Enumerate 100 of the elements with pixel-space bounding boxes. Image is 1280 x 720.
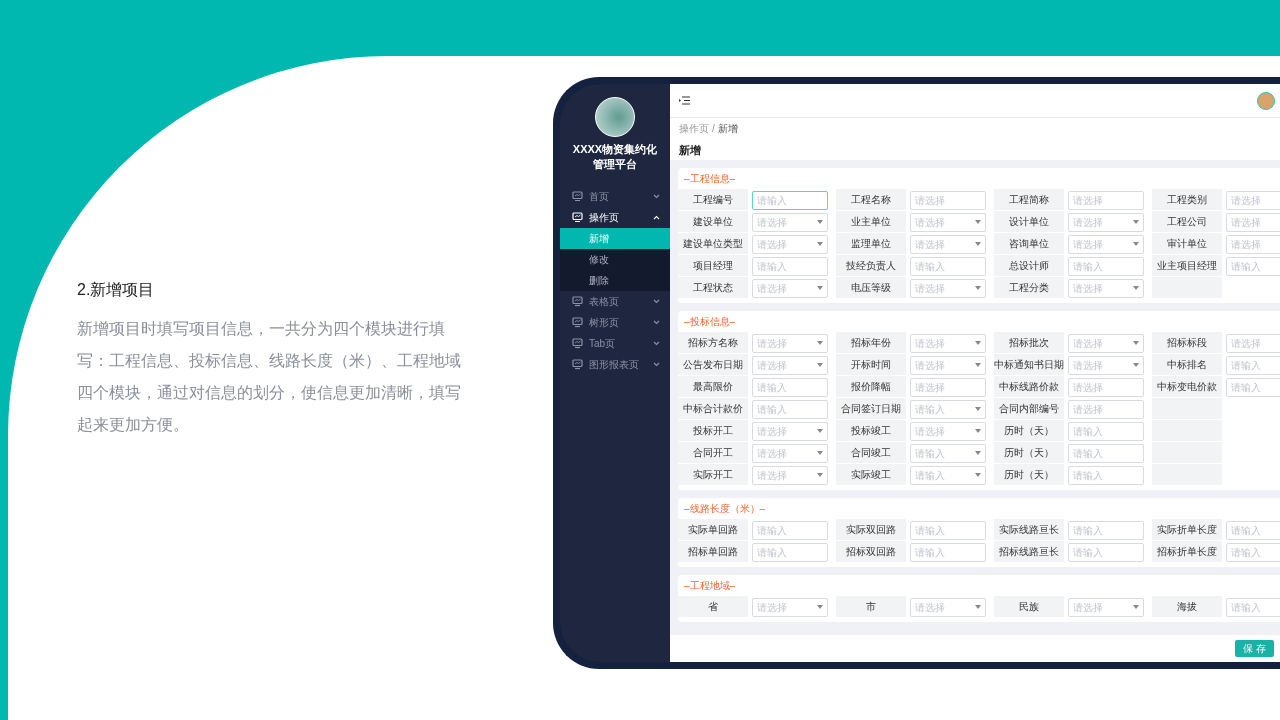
field-label: 中标变电价款: [1152, 376, 1222, 398]
field-label: 投标竣工: [836, 420, 906, 442]
caret-icon: [1133, 285, 1139, 290]
menu-item[interactable]: Tab页: [560, 333, 670, 354]
field-label: 实际折单长度: [1152, 519, 1222, 541]
menu-item[interactable]: 首页: [560, 186, 670, 207]
save-button[interactable]: 保 存: [1235, 640, 1274, 657]
breadcrumb-link[interactable]: 操作页: [679, 123, 709, 134]
chevron-icon: [653, 320, 660, 325]
field-label: 实际开工: [678, 464, 748, 486]
menu-item[interactable]: 表格页: [560, 291, 670, 312]
field-label: 合同签订日期: [836, 398, 906, 420]
field-label: 招标方名称: [678, 332, 748, 354]
field-label: 招标线路亘长: [994, 541, 1064, 563]
caret-icon: [975, 219, 981, 224]
field-label: 项目经理: [678, 255, 748, 277]
monitor-icon: [572, 359, 583, 370]
caret-icon: [1133, 362, 1139, 367]
field-label: 公告发布日期: [678, 354, 748, 376]
field-label: 工程名称: [836, 189, 906, 211]
field-label: 招标单回路: [678, 541, 748, 563]
field-label: 建设单位类型: [678, 233, 748, 255]
menu-item[interactable]: 树形页: [560, 312, 670, 333]
field-label: 业主项目经理: [1152, 255, 1222, 277]
field-label: 工程分类: [994, 277, 1064, 299]
field-label: 中标通知书日期: [994, 354, 1064, 376]
chevron-icon: [653, 194, 660, 199]
section-title: –工程信息–: [683, 172, 737, 186]
menu-icon: [679, 96, 690, 105]
chevron-icon: [653, 215, 660, 220]
field-label: 工程简称: [994, 189, 1064, 211]
caret-icon: [817, 450, 823, 455]
section-title: –工程地域–: [683, 579, 737, 593]
caret-icon: [1133, 219, 1139, 224]
field-label: 招标年份: [836, 332, 906, 354]
chevron-icon: [653, 299, 660, 304]
field-label: 监理单位: [836, 233, 906, 255]
caret-icon: [975, 472, 981, 477]
chevron-icon: [653, 362, 660, 367]
field-label: 电压等级: [836, 277, 906, 299]
field-label: 民族: [994, 596, 1064, 618]
field-label: 历时（天）: [994, 442, 1064, 464]
monitor-icon: [572, 317, 583, 328]
field-label: 合同竣工: [836, 442, 906, 464]
caret-icon: [817, 340, 823, 345]
field-label: 合同内部编号: [994, 398, 1064, 420]
field-label: 审计单位: [1152, 233, 1222, 255]
field-label: 中标线路价款: [994, 376, 1064, 398]
menu-item[interactable]: 操作页: [560, 207, 670, 228]
field-label: 合同开工: [678, 442, 748, 464]
field-label: 招标批次: [994, 332, 1064, 354]
field-label: 实际竣工: [836, 464, 906, 486]
field-label: 设计单位: [994, 211, 1064, 233]
caret-icon: [817, 604, 823, 609]
field-label: 工程公司: [1152, 211, 1222, 233]
field-label: 技经负责人: [836, 255, 906, 277]
caret-icon: [975, 450, 981, 455]
field-label: 中标合计款价: [678, 398, 748, 420]
field-label: 中标排名: [1152, 354, 1222, 376]
menu-item[interactable]: 图形报表页: [560, 354, 670, 375]
submenu-item[interactable]: 删除: [560, 270, 670, 291]
caret-icon: [817, 219, 823, 224]
caret-icon: [975, 604, 981, 609]
app-title: XXXX物资集约化管理平台: [571, 142, 659, 172]
field-label: 工程状态: [678, 277, 748, 299]
field-label: 实际单回路: [678, 519, 748, 541]
field-label: 招标折单长度: [1152, 541, 1222, 563]
caret-icon: [817, 362, 823, 367]
field-label: 工程类别: [1152, 189, 1222, 211]
field-label: 开标时间: [836, 354, 906, 376]
logo-circle: [595, 97, 635, 137]
monitor-icon: [572, 212, 583, 223]
submenu-item[interactable]: 修改: [560, 249, 670, 270]
field-label: 投标开工: [678, 420, 748, 442]
caret-icon: [975, 428, 981, 433]
section-title: –投标信息–: [683, 315, 737, 329]
caret-icon: [1133, 241, 1139, 246]
field-label: 实际线路亘长: [994, 519, 1064, 541]
monitor-icon: [572, 338, 583, 349]
section-title: –线路长度（米）–: [683, 502, 767, 516]
caret-icon: [817, 285, 823, 290]
caret-icon: [975, 340, 981, 345]
avatar[interactable]: [1257, 91, 1275, 110]
field-label: 实际双回路: [836, 519, 906, 541]
caret-icon: [975, 362, 981, 367]
field-label: 历时（天）: [994, 420, 1064, 442]
field-label: 历时（天）: [994, 464, 1064, 486]
caret-icon: [1133, 340, 1139, 345]
slide-heading: 2.新增项目: [77, 280, 156, 300]
caret-icon: [817, 428, 823, 433]
caret-icon: [1133, 604, 1139, 609]
breadcrumb-separator: /: [712, 123, 715, 134]
field-label: 省: [678, 596, 748, 618]
caret-icon: [975, 285, 981, 290]
caret-icon: [975, 406, 981, 411]
field-label: 业主单位: [836, 211, 906, 233]
caret-icon: [975, 241, 981, 246]
field-label: 咨询单位: [994, 233, 1064, 255]
field-label: 报价降幅: [836, 376, 906, 398]
monitor-icon: [572, 191, 583, 202]
